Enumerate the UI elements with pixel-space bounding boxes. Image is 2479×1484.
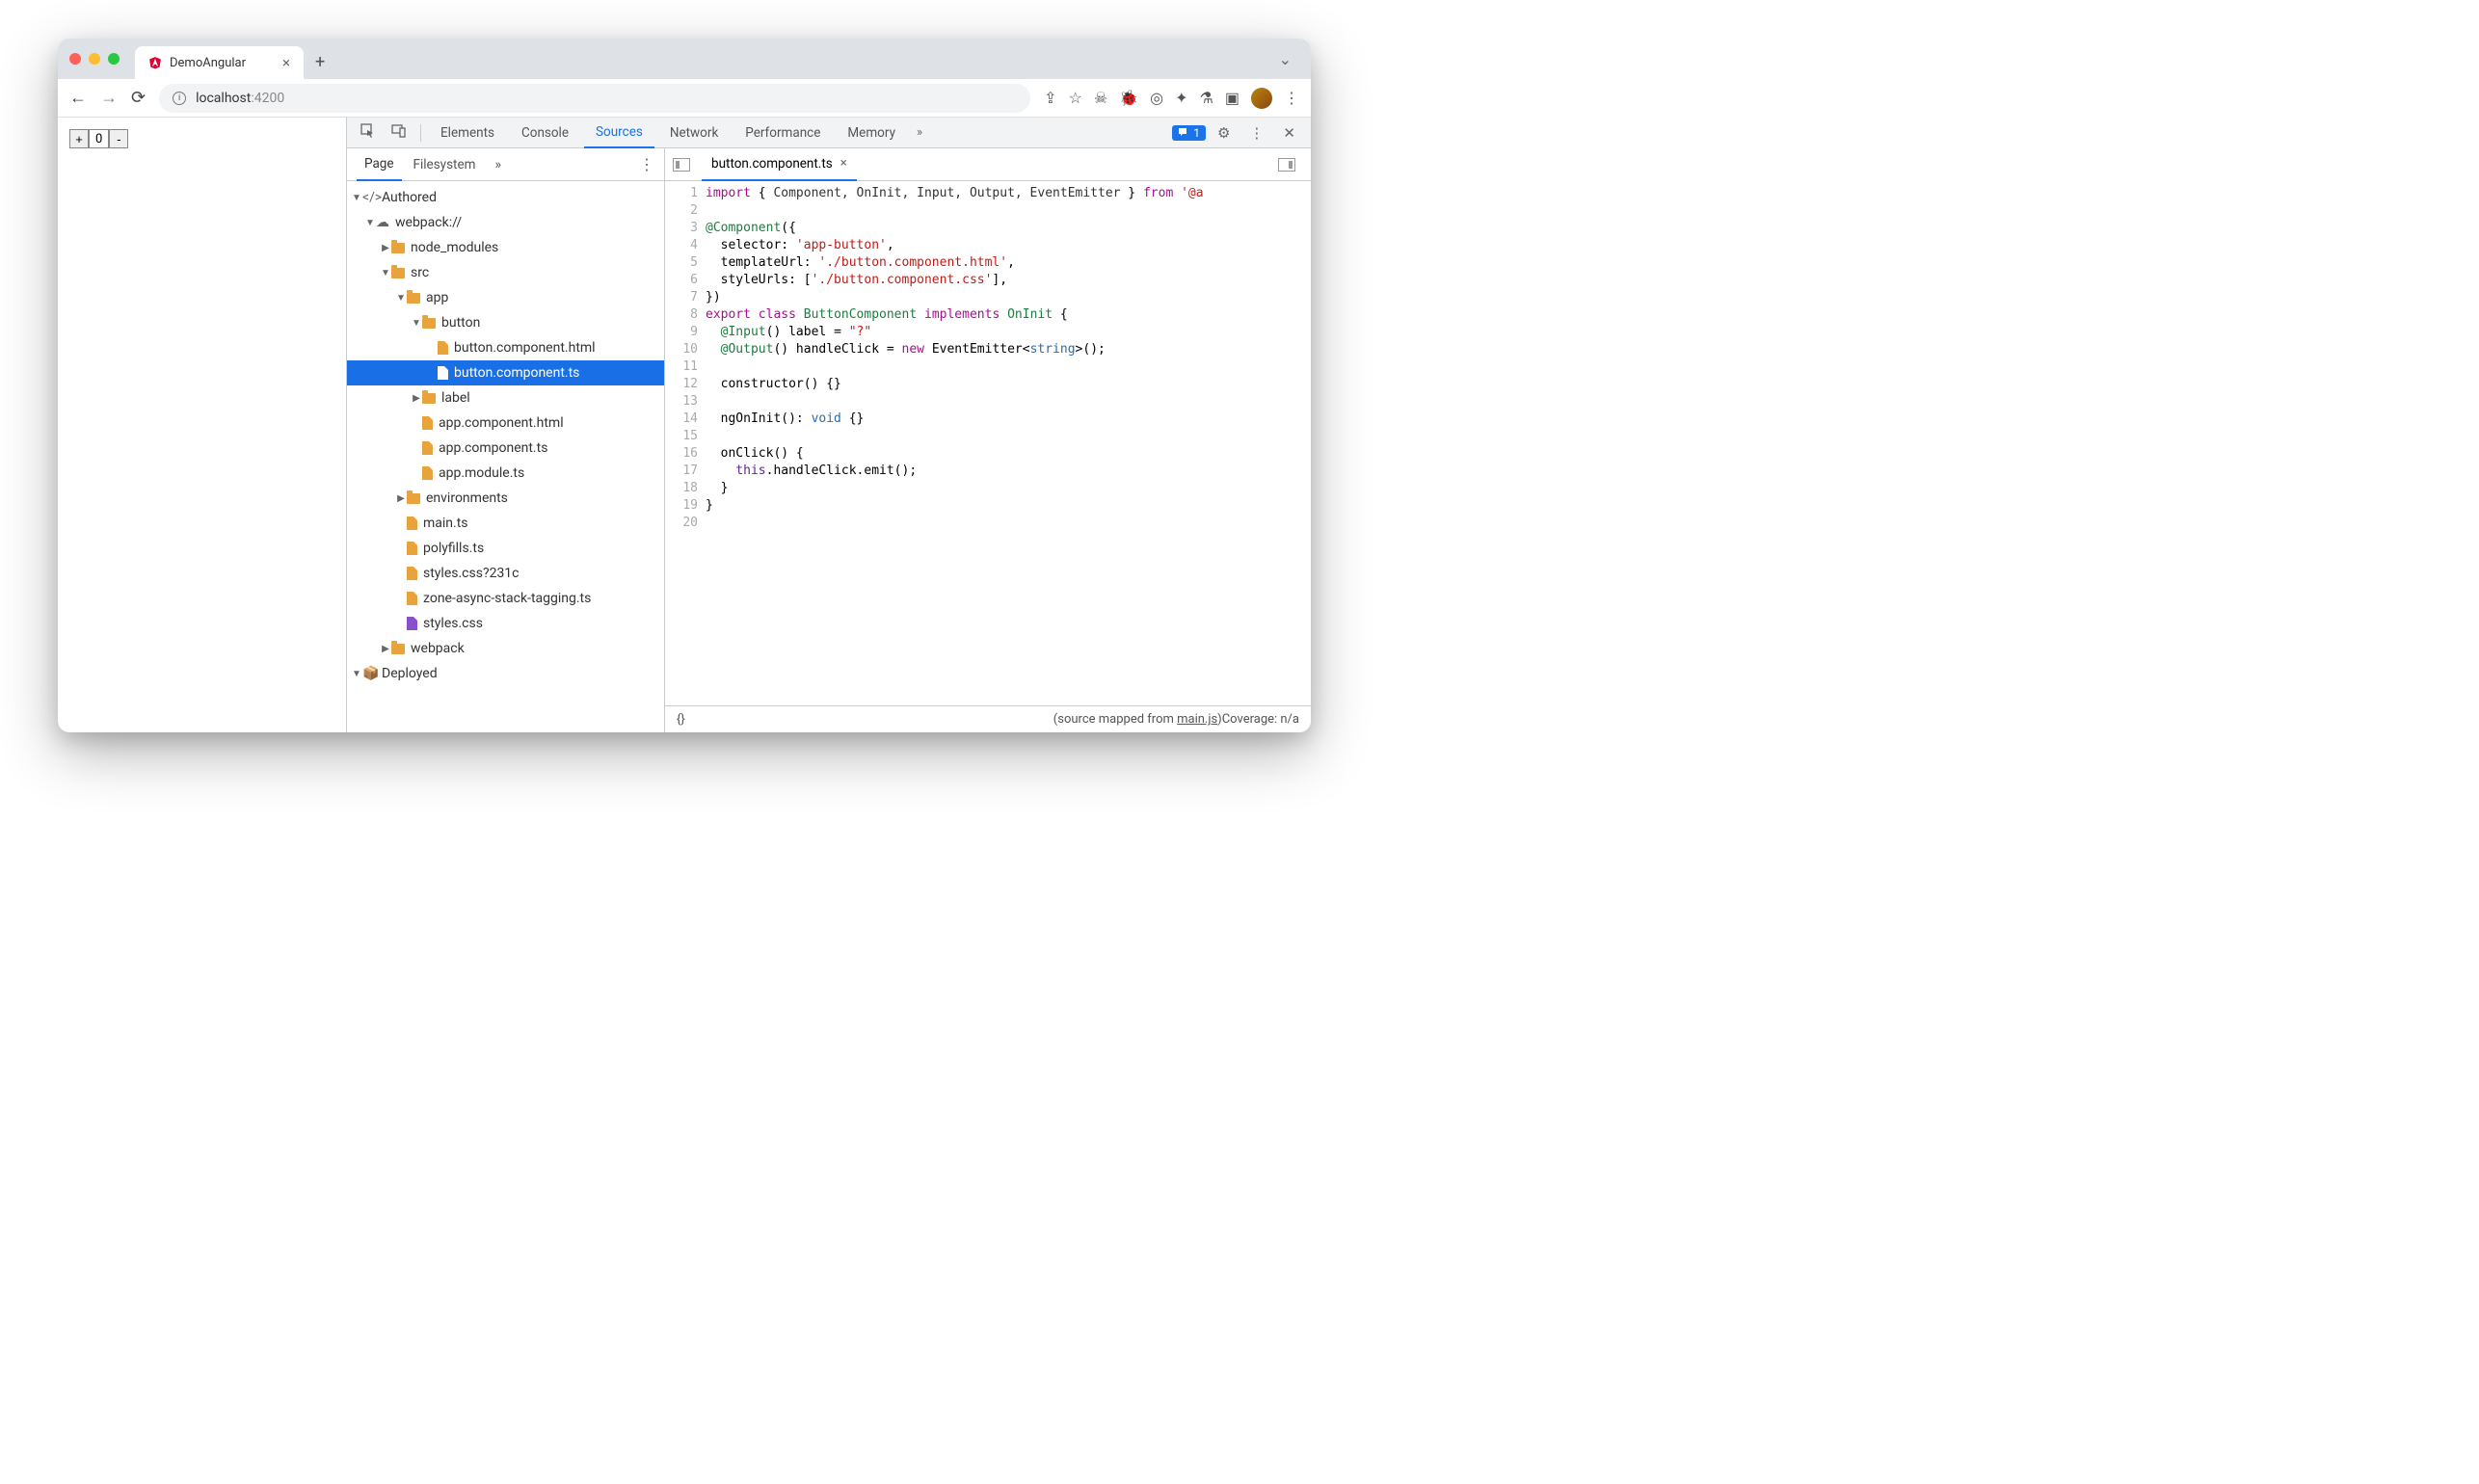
tab-console[interactable]: Console: [510, 118, 580, 148]
extension-icon[interactable]: ◎: [1150, 89, 1163, 107]
issues-badge[interactable]: 1: [1172, 125, 1206, 141]
tab-title: DemoAngular: [170, 56, 246, 70]
extension-icon[interactable]: ☠: [1094, 89, 1107, 107]
reload-button[interactable]: ⟳: [131, 88, 146, 108]
tab-memory[interactable]: Memory: [836, 118, 907, 148]
tree-folder[interactable]: ▶environments: [347, 486, 664, 511]
sidebar-tabs: Page Filesystem » ⋮: [347, 148, 664, 181]
devtools-tabbar: Elements Console Sources Network Perform…: [347, 118, 1311, 148]
tree-file-selected[interactable]: button.component.ts: [347, 360, 664, 385]
counter-widget: + 0 -: [69, 129, 334, 148]
tree-group-deployed[interactable]: ▼📦Deployed: [347, 661, 664, 686]
editor-statusbar: {} (source mapped from main.js) Coverage…: [665, 705, 1311, 732]
tree-file[interactable]: main.ts: [347, 511, 664, 536]
toggle-navigator-icon[interactable]: [673, 158, 690, 172]
tree-file[interactable]: button.component.html: [347, 335, 664, 360]
labs-icon[interactable]: ⚗: [1200, 89, 1213, 107]
share-icon[interactable]: ⇪: [1044, 89, 1056, 107]
editor-tab[interactable]: button.component.ts ×: [702, 148, 857, 181]
line-gutter: 1234567891011121314151617181920: [665, 181, 706, 705]
editor-tabs: button.component.ts ×: [665, 148, 1311, 181]
tree-folder[interactable]: ▶webpack: [347, 636, 664, 661]
counter-value: 0: [89, 129, 109, 148]
sidepanel-icon[interactable]: ▣: [1225, 89, 1240, 107]
menu-kebab-icon[interactable]: ⋮: [1284, 89, 1299, 107]
editor-area: button.component.ts × 123456789101112131…: [665, 148, 1311, 732]
url-port: :4200: [251, 91, 284, 106]
tab-performance[interactable]: Performance: [733, 118, 832, 148]
source-map-link[interactable]: main.js: [1177, 712, 1217, 727]
source-map-info: (source mapped from main.js): [1053, 712, 1222, 727]
increment-button[interactable]: +: [69, 129, 89, 148]
device-toolbar-icon[interactable]: [386, 123, 413, 143]
tree-folder[interactable]: ▶node_modules: [347, 235, 664, 260]
settings-gear-icon[interactable]: ⚙: [1210, 124, 1238, 142]
tab-strip: DemoAngular × + ⌄: [58, 39, 1311, 79]
tabs-dropdown-icon[interactable]: ⌄: [1279, 50, 1292, 68]
tree-file[interactable]: app.module.ts: [347, 461, 664, 486]
toolbar-icons: ⇪ ☆ ☠ 🐞 ◎ ✦ ⚗ ▣ ⋮: [1044, 88, 1299, 109]
window-controls: [69, 53, 120, 65]
devtools-menu-icon[interactable]: ⋮: [1241, 124, 1271, 142]
new-tab-button[interactable]: +: [315, 52, 325, 72]
tree-folder[interactable]: ▼app: [347, 285, 664, 310]
minimize-window-button[interactable]: [89, 53, 100, 65]
decrement-button[interactable]: -: [109, 129, 128, 148]
page-content: + 0 -: [58, 118, 347, 732]
code-editor[interactable]: 1234567891011121314151617181920 import {…: [665, 181, 1311, 705]
devtools-panel: Elements Console Sources Network Perform…: [347, 118, 1311, 732]
close-tab-icon[interactable]: ×: [282, 54, 290, 71]
sidebar-menu-icon[interactable]: ⋮: [639, 155, 654, 173]
pretty-print-icon[interactable]: {}: [677, 712, 685, 727]
inspect-element-icon[interactable]: [355, 123, 382, 143]
coverage-info: Coverage: n/a: [1222, 712, 1299, 727]
source-lines: import { Component, OnInit, Input, Outpu…: [706, 181, 1311, 705]
profile-avatar[interactable]: [1251, 88, 1272, 109]
sidebar-more-icon[interactable]: »: [494, 157, 501, 172]
angular-favicon-icon: [148, 56, 162, 69]
forward-button[interactable]: →: [100, 88, 118, 108]
address-bar[interactable]: i localhost:4200: [159, 84, 1030, 113]
tree-file[interactable]: styles.css?231c: [347, 561, 664, 586]
tree-file[interactable]: app.component.ts: [347, 436, 664, 461]
sources-sidebar: Page Filesystem » ⋮ ▼</>Authored ▼☁webpa…: [347, 148, 665, 732]
back-button[interactable]: ←: [69, 88, 87, 108]
more-tabs-icon[interactable]: »: [911, 125, 928, 140]
tree-folder[interactable]: ▶label: [347, 385, 664, 411]
toggle-debugger-icon[interactable]: [1278, 158, 1295, 172]
tree-file[interactable]: polyfills.ts: [347, 536, 664, 561]
file-tree: ▼</>Authored ▼☁webpack:// ▶node_modules …: [347, 181, 664, 732]
browser-toolbar: ← → ⟳ i localhost:4200 ⇪ ☆ ☠ 🐞 ◎ ✦ ⚗ ▣ ⋮: [58, 79, 1311, 118]
maximize-window-button[interactable]: [108, 53, 120, 65]
close-editor-tab-icon[interactable]: ×: [840, 156, 847, 171]
tree-file[interactable]: app.component.html: [347, 411, 664, 436]
tree-folder[interactable]: ▼src: [347, 260, 664, 285]
tree-file[interactable]: styles.css: [347, 611, 664, 636]
tree-folder[interactable]: ▼button: [347, 310, 664, 335]
separator: [420, 124, 421, 142]
tree-item-webpack[interactable]: ▼☁webpack://: [347, 210, 664, 235]
url-host: localhost: [196, 91, 251, 106]
bookmark-icon[interactable]: ☆: [1069, 89, 1082, 107]
extensions-puzzle-icon[interactable]: ✦: [1175, 89, 1187, 107]
sidebar-tab-page[interactable]: Page: [357, 148, 402, 181]
devtools-body: Page Filesystem » ⋮ ▼</>Authored ▼☁webpa…: [347, 148, 1311, 732]
tab-elements[interactable]: Elements: [429, 118, 506, 148]
browser-tab[interactable]: DemoAngular ×: [135, 46, 304, 79]
close-devtools-icon[interactable]: ✕: [1275, 124, 1303, 142]
tree-file[interactable]: zone-async-stack-tagging.ts: [347, 586, 664, 611]
sidebar-tab-filesystem[interactable]: Filesystem: [406, 148, 484, 181]
browser-window: DemoAngular × + ⌄ ← → ⟳ i localhost:4200…: [58, 39, 1311, 732]
site-info-icon[interactable]: i: [173, 92, 186, 105]
tab-network[interactable]: Network: [658, 118, 730, 148]
content-area: + 0 - Elements Console Sources Network P…: [58, 118, 1311, 732]
close-window-button[interactable]: [69, 53, 81, 65]
tab-sources[interactable]: Sources: [584, 118, 654, 148]
tree-group-authored[interactable]: ▼</>Authored: [347, 185, 664, 210]
extension-icon[interactable]: 🐞: [1119, 89, 1138, 107]
